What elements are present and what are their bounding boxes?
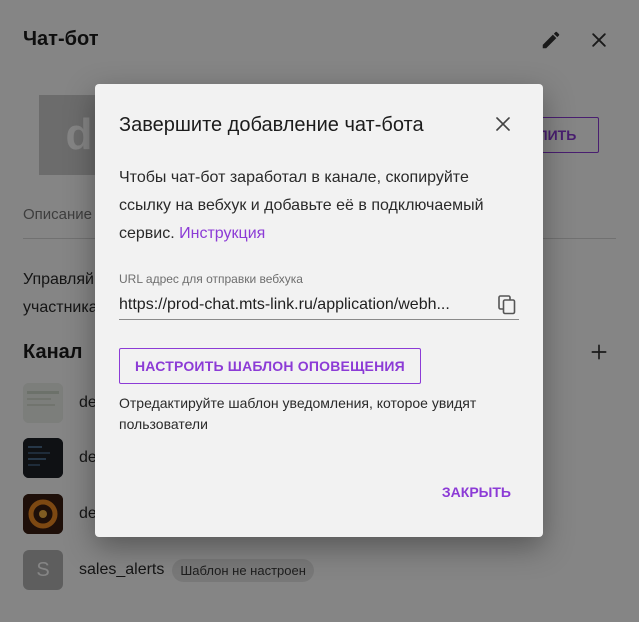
close-button[interactable]: ЗАКРЫТЬ <box>442 484 511 500</box>
copy-icon[interactable] <box>495 293 519 317</box>
webhook-url-label: URL адрес для отправки вебхука <box>119 272 303 286</box>
page: Чат-бот d ЛИТЬ Описание Управляй участни… <box>0 0 639 622</box>
dialog-title: Завершите добавление чат-бота <box>119 114 424 136</box>
dialog-description: Чтобы чат-бот заработал в канале, скопир… <box>119 164 519 248</box>
configure-template-button[interactable]: НАСТРОИТЬ ШАБЛОН ОПОВЕЩЕНИЯ <box>119 348 421 384</box>
instruction-link[interactable]: Инструкция <box>179 225 265 242</box>
webhook-url-input[interactable] <box>119 295 495 314</box>
dialog-description-text: Чтобы чат-бот заработал в канале, скопир… <box>119 169 484 242</box>
webhook-url-field <box>119 290 519 320</box>
dialog-close-icon[interactable] <box>491 112 515 136</box>
complete-bot-dialog: Завершите добавление чат-бота Чтобы чат-… <box>95 84 543 537</box>
template-helper-text: Отредактируйте шаблон уведомления, котор… <box>119 395 477 432</box>
